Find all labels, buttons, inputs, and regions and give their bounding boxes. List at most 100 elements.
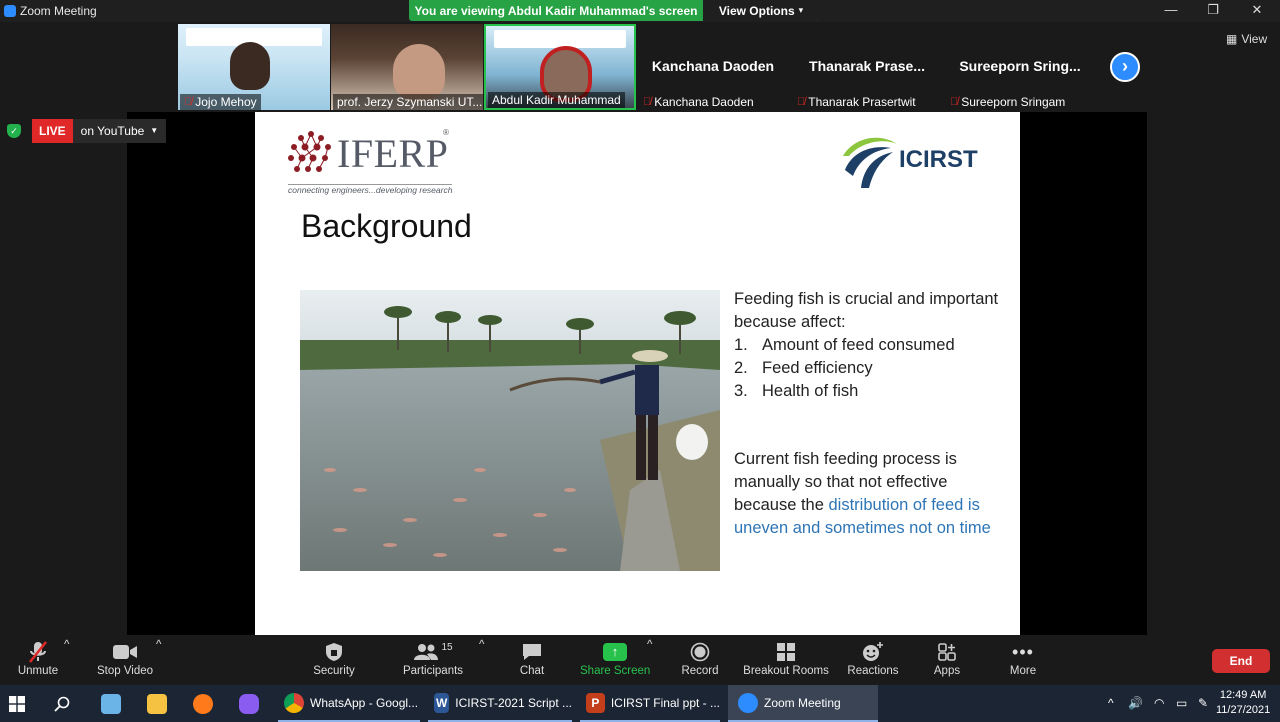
view-button[interactable]: ▦ View (1226, 32, 1267, 46)
mic-off-icon: 🎙̸ (797, 96, 806, 108)
end-meeting-button[interactable]: End (1212, 649, 1270, 673)
chrome-icon (284, 692, 304, 713)
start-button[interactable] (0, 685, 34, 722)
record-button[interactable]: Record (678, 639, 722, 677)
share-options-caret-icon[interactable]: ^ (647, 639, 652, 651)
share-banner: You are viewing Abdul Kadir Muhammad's s… (409, 0, 819, 21)
participant-display-name: Thanarak Prase... (809, 58, 925, 74)
list-item: 2. Feed efficiency (734, 359, 873, 377)
more-button[interactable]: ••• More (1004, 639, 1042, 678)
wifi-icon[interactable]: ◠ (1154, 696, 1164, 710)
breakout-rooms-icon (742, 639, 830, 665)
iferp-logo-mark (288, 131, 331, 172)
chat-button[interactable]: Chat (514, 639, 550, 677)
participants-button[interactable]: 15 Participants (400, 639, 466, 678)
window-title: Zoom Meeting (20, 4, 97, 18)
intro-text: Feeding fish is crucial and important be… (734, 290, 999, 331)
battery-icon[interactable]: ▭ (1176, 696, 1187, 710)
minimize-button[interactable]: — (1156, 2, 1186, 20)
powerpoint-icon: P (586, 692, 605, 713)
participant-tile[interactable]: Sureeporn Sring... 🎙̸ Sureeporn Sringam (944, 24, 1096, 110)
participants-options-caret-icon[interactable]: ^ (479, 639, 484, 651)
participant-video (393, 44, 445, 100)
caret-down-icon: ▼ (150, 126, 159, 135)
icirst-logo-mark (843, 137, 897, 188)
slide-title: Background (301, 208, 472, 244)
word-icon: W (434, 692, 450, 713)
next-page-arrow-icon[interactable]: › (1110, 52, 1140, 82)
apps-button[interactable]: Apps (928, 639, 966, 677)
list-item: 1. Amount of feed consumed (734, 336, 955, 354)
live-platform: on YouTube ▼ (72, 119, 167, 143)
clock-date: 11/27/2021 (1216, 704, 1271, 716)
participant-tile[interactable]: 🎙̸ Jojo Mehoy (178, 24, 330, 110)
zoom-icon (738, 692, 758, 713)
taskbar-item-whatsapp[interactable]: WhatsApp - Googl... (278, 685, 420, 722)
firefox-icon[interactable] (188, 685, 218, 722)
title-bar: Zoom Meeting You are viewing Abdul Kadir… (0, 0, 1280, 22)
mic-off-icon: 🎙̸ (184, 96, 193, 108)
participant-tile-active-speaker[interactable]: Abdul Kadir Muhammad (484, 24, 636, 110)
reactions-button[interactable]: Reactions (846, 639, 900, 677)
participant-display-name: Sureeporn Sring... (959, 58, 1081, 74)
participant-name-label: prof. Jerzy Szymanski UT... (333, 94, 483, 110)
windows-taskbar: WhatsApp - Googl... W ICIRST-2021 Script… (0, 685, 1280, 722)
iferp-tagline: connecting engineers...developing resear… (288, 184, 453, 195)
fish-pond-photo (300, 290, 720, 571)
clock-time: 12:49 AM (1219, 689, 1267, 701)
participant-name-label: 🎙̸ Sureeporn Sringam (950, 95, 1066, 109)
view-label: View (1241, 32, 1268, 46)
participant-tile[interactable]: prof. Jerzy Szymanski UT... (331, 24, 483, 110)
mic-off-icon: 🎙̸ (950, 96, 959, 108)
unmute-button[interactable]: Unmute (14, 639, 62, 677)
participant-tile[interactable]: Kanchana Daoden 🎙̸ Kanchana Daoden (637, 24, 789, 110)
share-screen-icon: ↑ (580, 639, 650, 665)
live-stream-indicator[interactable]: LIVE on YouTube ▼ (32, 119, 167, 143)
windows-logo-icon (9, 695, 25, 712)
participant-display-name: Kanchana Daoden (651, 58, 775, 74)
view-options-button[interactable]: View Options ▾ (703, 0, 819, 21)
zoom-icon (4, 5, 16, 17)
share-banner-text: You are viewing Abdul Kadir Muhammad's s… (414, 3, 698, 18)
video-camera-icon (94, 639, 156, 665)
volume-icon[interactable]: 🔊 (1128, 696, 1143, 710)
registered-mark: ® (443, 128, 449, 137)
participant-name-label: 🎙̸ Kanchana Daoden (643, 95, 754, 109)
security-shield-icon[interactable]: ✓ (7, 124, 21, 138)
taskbar-item-powerpoint[interactable]: P ICIRST Final ppt - ... (580, 685, 720, 722)
audio-options-caret-icon[interactable]: ^ (64, 639, 69, 651)
icirst-logo: ICIRST (839, 130, 984, 190)
video-app-icon[interactable] (234, 685, 264, 722)
share-screen-button[interactable]: ↑ Share Screen (580, 639, 650, 677)
participant-name-label: 🎙̸ Thanarak Prasertwit (797, 95, 916, 109)
smiley-plus-icon (846, 639, 900, 665)
close-button[interactable]: ✕ (1242, 2, 1272, 20)
notepad-app-icon[interactable] (96, 685, 126, 722)
participant-tile[interactable]: Thanarak Prase... 🎙̸ Thanarak Prasertwit (791, 24, 943, 110)
record-icon (678, 639, 722, 665)
security-button[interactable]: Security (310, 639, 358, 677)
current-process-paragraph: Current fish feeding process is manually… (734, 450, 991, 537)
taskbar-item-word[interactable]: W ICIRST-2021 Script ... (428, 685, 572, 722)
file-explorer-icon[interactable] (142, 685, 172, 722)
search-icon[interactable] (46, 685, 78, 722)
video-options-caret-icon[interactable]: ^ (156, 639, 161, 651)
participant-name-label: Abdul Kadir Muhammad (488, 92, 625, 108)
show-hidden-icons-icon[interactable]: ^ (1108, 696, 1114, 710)
participant-name-label: 🎙̸ Jojo Mehoy (180, 94, 261, 110)
breakout-rooms-button[interactable]: Breakout Rooms (742, 639, 830, 677)
pen-icon[interactable]: ✎ (1198, 696, 1208, 710)
fish-pond-image (300, 290, 720, 571)
stop-video-button[interactable]: Stop Video (94, 639, 156, 677)
restore-button[interactable]: ❐ (1198, 2, 1228, 20)
participant-video (230, 42, 270, 90)
zoom-window: Zoom Meeting You are viewing Abdul Kadir… (0, 0, 1280, 722)
presentation-slide: IFERP ® connecting engineers...developin… (255, 112, 1020, 635)
apps-icon (928, 639, 966, 665)
slide-body-text: Feeding fish is crucial and important be… (734, 288, 1004, 540)
live-badge: LIVE (32, 119, 73, 143)
taskbar-item-zoom[interactable]: Zoom Meeting (728, 685, 878, 722)
shield-icon (310, 639, 358, 665)
system-clock[interactable]: 12:49 AM 11/27/2021 (1216, 688, 1270, 718)
iferp-logo: IFERP ® connecting engineers...developin… (285, 126, 455, 195)
